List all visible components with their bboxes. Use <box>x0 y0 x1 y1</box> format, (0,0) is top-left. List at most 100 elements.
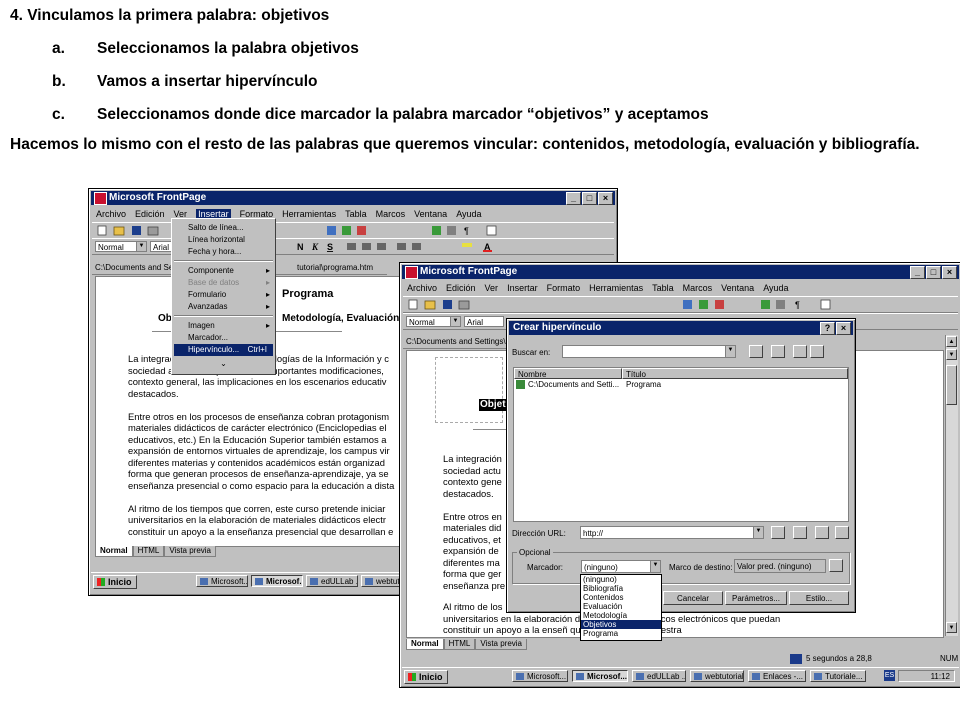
view-tabs: Normal HTML Vista previa <box>406 639 527 650</box>
maximize-button[interactable]: □ <box>582 192 597 205</box>
taskbar-item[interactable]: Microsoft... <box>196 575 248 587</box>
scroll-thumb[interactable] <box>946 365 957 405</box>
look-in-combo[interactable]: ▼ <box>562 345 736 358</box>
bookmark-combo[interactable]: (ninguno) ▼ <box>581 560 661 573</box>
menu-item-image[interactable]: Imagen ▸ <box>174 320 273 332</box>
close-button[interactable]: × <box>598 192 613 205</box>
pencil-icon[interactable] <box>829 559 843 572</box>
tab-preview[interactable]: Vista previa <box>164 546 216 557</box>
svg-text:K: K <box>311 242 319 252</box>
file-list[interactable]: Nombre Título C:\Documents and Setti... … <box>513 367 849 522</box>
svg-text:¶: ¶ <box>795 300 800 310</box>
menu-tabla[interactable]: Tabla <box>652 283 674 293</box>
tab-html[interactable]: HTML <box>443 639 476 650</box>
web-browse-icon[interactable] <box>771 526 785 539</box>
taskbar: Inicio Microsoft... Microsof... edULLab … <box>402 667 959 684</box>
menu-formato[interactable]: Formato <box>547 283 581 293</box>
taskbar-item[interactable]: edULLab ... <box>632 670 686 682</box>
bookmark-dropdown-list[interactable]: (ninguno) Bibliografía Contenidos Evalua… <box>580 574 662 641</box>
list-item-selected[interactable]: Objetivos <box>581 620 661 629</box>
new-folder-icon[interactable] <box>771 345 785 358</box>
tab-preview[interactable]: Vista previa <box>475 639 527 650</box>
list-item[interactable]: Bibliografía <box>581 584 661 593</box>
menu-item-form[interactable]: Formulario ▸ <box>174 289 273 301</box>
close-button[interactable]: × <box>942 266 957 279</box>
menu-archivo[interactable]: Archivo <box>407 283 437 293</box>
step-a: a. Seleccionamos la palabra objetivos <box>52 40 852 60</box>
language-indicator[interactable]: ES <box>884 670 895 681</box>
scroll-down-icon[interactable]: ▼ <box>946 622 957 633</box>
cancel-button[interactable]: Cancelar <box>663 591 723 605</box>
list-item[interactable]: Evaluación <box>581 602 661 611</box>
menu-herramientas[interactable]: Herramientas <box>589 283 643 293</box>
menu-marcos[interactable]: Marcos <box>683 283 713 293</box>
menu-item-horizontal-line[interactable]: Línea horizontal <box>174 234 273 246</box>
style-combo[interactable]: Normal ▼ <box>406 316 461 327</box>
close-button[interactable]: × <box>836 322 851 335</box>
menu-herramientas[interactable]: Herramientas <box>282 209 336 219</box>
step-letter: c. <box>52 106 65 123</box>
menu-expand-icon[interactable]: ⌄ <box>174 358 273 370</box>
email-icon[interactable] <box>815 526 829 539</box>
details-view-icon[interactable] <box>810 345 824 358</box>
menu-ayuda[interactable]: Ayuda <box>763 283 788 293</box>
list-item[interactable]: (ninguno) <box>581 575 661 584</box>
list-item[interactable]: Contenidos <box>581 593 661 602</box>
taskbar-item[interactable]: Enlaces -... <box>748 670 806 682</box>
minimize-button[interactable]: _ <box>566 192 581 205</box>
target-frame-field[interactable]: Valor pred. (ninguno) <box>734 559 826 573</box>
list-item[interactable]: Metodología <box>581 611 661 620</box>
objetivos-word-selected[interactable]: Objet <box>479 399 507 411</box>
start-button[interactable]: Inicio <box>404 670 448 684</box>
toolbar-icons[interactable]: ¶ <box>403 297 958 312</box>
menu-archivo[interactable]: Archivo <box>96 209 126 219</box>
menu-item-advanced[interactable]: Avanzadas ▸ <box>174 301 273 313</box>
taskbar-item[interactable]: Tutoriale... <box>810 670 866 682</box>
new-page-icon[interactable] <box>835 526 849 539</box>
menu-edicion[interactable]: Edición <box>446 283 476 293</box>
taskbar-item[interactable]: Microsof... <box>251 575 303 587</box>
menu-separator <box>174 260 273 262</box>
scroll-down-icon[interactable]: ▼ <box>946 349 957 360</box>
vertical-scrollbar[interactable]: ▲ ▼ ▼ <box>945 335 958 636</box>
start-button[interactable]: Inicio <box>93 575 137 589</box>
list-item[interactable]: C:\Documents and Setti... Programa <box>516 380 846 390</box>
dialog-titlebar: Crear hipervínculo ? × <box>509 321 853 335</box>
menu-ver[interactable]: Ver <box>485 283 499 293</box>
url-input[interactable]: http://▼ <box>580 526 764 539</box>
column-header-title[interactable]: Título <box>622 368 848 379</box>
objetivos-word[interactable]: Ob <box>158 313 172 325</box>
font-combo[interactable]: Arial <box>464 316 504 327</box>
taskbar-item[interactable]: webtutorial <box>690 670 744 682</box>
up-folder-icon[interactable] <box>749 345 763 358</box>
scroll-up-icon[interactable]: ▲ <box>946 336 957 347</box>
menu-edicion[interactable]: Edición <box>135 209 165 219</box>
menu-item-date-time[interactable]: Fecha y hora... <box>174 246 273 258</box>
menu-insertar[interactable]: Insertar <box>507 283 538 293</box>
menu-ayuda[interactable]: Ayuda <box>456 209 481 219</box>
menu-marcos[interactable]: Marcos <box>376 209 406 219</box>
tab-html[interactable]: HTML <box>132 546 165 557</box>
maximize-button[interactable]: □ <box>926 266 941 279</box>
menu-ventana[interactable]: Ventana <box>414 209 447 219</box>
taskbar-item[interactable]: Microsof... <box>572 670 628 682</box>
tab-normal[interactable]: Normal <box>406 639 444 650</box>
menu-ventana[interactable]: Ventana <box>721 283 754 293</box>
menu-item-component[interactable]: Componente ▸ <box>174 265 273 277</box>
parameters-button[interactable]: Parámetros... <box>725 591 787 605</box>
menu-item-bookmark[interactable]: Marcador... <box>174 332 273 344</box>
menu-item-hyperlink[interactable]: Hipervínculo... Ctrl+I <box>174 344 273 356</box>
menu-tabla[interactable]: Tabla <box>345 209 367 219</box>
taskbar-item[interactable]: edULLab ... <box>306 575 358 587</box>
file-browse-icon[interactable] <box>793 526 807 539</box>
help-button[interactable]: ? <box>820 322 835 335</box>
column-header-name[interactable]: Nombre <box>514 368 622 379</box>
list-view-icon[interactable] <box>793 345 807 358</box>
tab-normal[interactable]: Normal <box>95 546 133 557</box>
minimize-button[interactable]: _ <box>910 266 925 279</box>
menu-item-line-break[interactable]: Salto de línea... <box>174 222 273 234</box>
step-letter: b. <box>52 73 66 90</box>
list-item[interactable]: Programa <box>581 629 661 638</box>
taskbar-item[interactable]: Microsoft... <box>512 670 568 682</box>
style-button[interactable]: Estilo... <box>789 591 849 605</box>
